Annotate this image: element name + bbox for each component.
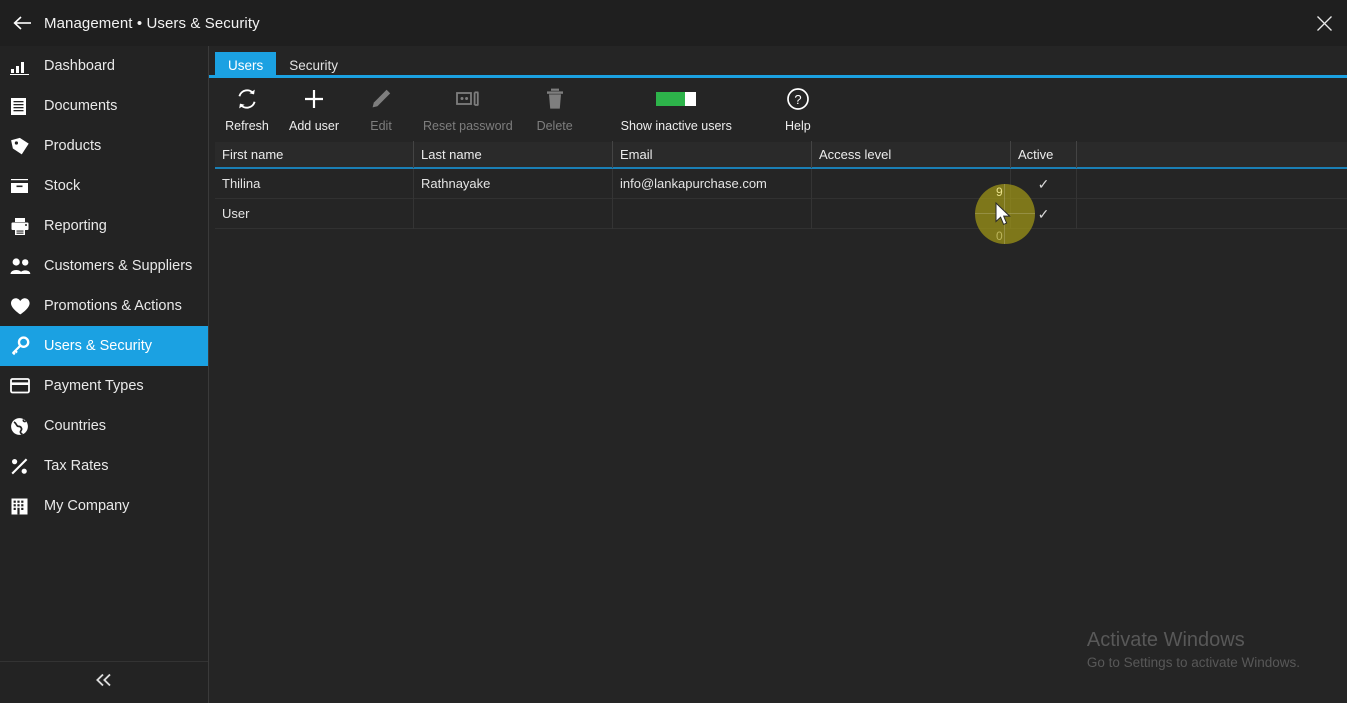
sidebar-item-label: Tax Rates <box>44 458 109 474</box>
sidebar-item-label: Payment Types <box>44 378 144 394</box>
credit-card-icon <box>10 374 40 398</box>
help-label: Help <box>784 119 811 133</box>
key-icon <box>10 334 40 358</box>
title-bar: Management • Users & Security <box>0 0 1347 46</box>
sidebar-item-label: Stock <box>44 178 81 194</box>
toggle-on-icon <box>656 84 697 114</box>
sidebar-item-tax-rates[interactable]: Tax Rates <box>0 446 208 486</box>
tag-icon <box>10 134 40 158</box>
building-icon <box>10 494 40 518</box>
toolbar: Refresh Add user Edit Reset password Del… <box>209 78 1347 142</box>
cell-access-level <box>812 198 1011 229</box>
refresh-button[interactable]: Refresh <box>215 84 279 142</box>
sidebar-item-reporting[interactable]: Reporting <box>0 206 208 246</box>
edit-label: Edit <box>370 119 392 133</box>
delete-button[interactable]: Delete <box>523 84 587 142</box>
refresh-icon <box>235 84 259 114</box>
cell-access-level <box>812 168 1011 199</box>
cell-filler <box>1077 199 1347 229</box>
heart-icon <box>10 294 40 318</box>
column-header-email[interactable]: Email <box>613 141 812 168</box>
cell-first-name: Thilina <box>215 168 414 199</box>
sidebar-item-users-security[interactable]: Users & Security <box>0 326 208 366</box>
refresh-label: Refresh <box>225 119 269 133</box>
reset-password-button[interactable]: Reset password <box>413 84 523 142</box>
people-icon <box>10 254 40 278</box>
sidebar-navigation: Dashboard Documents Products Stock Repor… <box>0 46 209 703</box>
question-circle-icon: ? <box>786 84 810 114</box>
activate-windows-watermark: Activate Windows Go to Settings to activ… <box>1087 627 1300 673</box>
printer-icon <box>10 214 40 238</box>
chevron-double-left-icon <box>94 673 114 692</box>
sidebar-item-my-company[interactable]: My Company <box>0 486 208 526</box>
application-window: Management • Users & Security Dashboard <box>0 0 1347 703</box>
sidebar-item-payment-types[interactable]: Payment Types <box>0 366 208 406</box>
show-inactive-users-label: Show inactive users <box>620 119 732 133</box>
page-title: Management • Users & Security <box>44 14 260 32</box>
column-header-filler <box>1077 141 1347 168</box>
tab-label: Security <box>289 57 339 73</box>
sidebar-item-countries[interactable]: Countries <box>0 406 208 446</box>
main-content: Users Security Refresh Add user Edit Res… <box>209 46 1347 703</box>
show-inactive-users-toggle[interactable]: Show inactive users <box>611 84 742 142</box>
sidebar-item-dashboard[interactable]: Dashboard <box>0 46 208 86</box>
delete-label: Delete <box>536 119 573 133</box>
sidebar-item-promotions-actions[interactable]: Promotions & Actions <box>0 286 208 326</box>
add-user-label: Add user <box>289 119 340 133</box>
column-header-last-name[interactable]: Last name <box>414 141 613 168</box>
percent-icon <box>10 454 40 478</box>
table-row[interactable]: Thilina Rathnayake info@lankapurchase.co… <box>215 168 1347 199</box>
sidebar-item-label: Customers & Suppliers <box>44 258 193 274</box>
cell-filler <box>1077 169 1347 199</box>
trash-icon <box>544 84 566 114</box>
watermark-subtitle: Go to Settings to activate Windows. <box>1086 655 1300 670</box>
sidebar-item-label: Users & Security <box>44 338 152 354</box>
cell-first-name: User <box>215 198 414 229</box>
tab-label: Users <box>228 57 264 73</box>
table-header-row: First name Last name Email Access level … <box>215 141 1347 169</box>
svg-text:?: ? <box>794 92 801 107</box>
sidebar-item-label: Dashboard <box>44 58 115 74</box>
add-user-button[interactable]: Add user <box>279 84 349 142</box>
sidebar-item-documents[interactable]: Documents <box>0 86 208 126</box>
sidebar-item-products[interactable]: Products <box>0 126 208 166</box>
back-arrow-icon[interactable] <box>0 0 44 46</box>
edit-button[interactable]: Edit <box>349 84 413 142</box>
watermark-title: Activate Windows <box>1086 629 1245 651</box>
document-icon <box>10 94 40 118</box>
sidebar-item-label: Countries <box>44 418 107 434</box>
tab-bar: Users Security <box>209 46 1347 85</box>
box-icon <box>10 174 40 198</box>
reset-password-label: Reset password <box>423 119 513 133</box>
sidebar-item-customers-suppliers[interactable]: Customers & Suppliers <box>0 246 208 286</box>
sidebar-item-label: Products <box>44 138 102 154</box>
help-button[interactable]: ? Help <box>766 84 830 142</box>
column-header-first-name[interactable]: First name <box>215 141 414 168</box>
globe-icon <box>10 414 40 438</box>
cell-active: ✓ <box>1011 168 1077 199</box>
sidebar-item-label: My Company <box>44 498 130 514</box>
plus-icon <box>302 84 326 114</box>
sidebar-item-label: Documents <box>44 98 118 114</box>
table-row[interactable]: User ✓ <box>215 198 1347 229</box>
close-icon[interactable] <box>1301 0 1347 46</box>
sidebar-item-stock[interactable]: Stock <box>0 166 208 206</box>
cell-email: info@lankapurchase.com <box>613 168 812 199</box>
sidebar-item-label: Promotions & Actions <box>44 298 182 314</box>
cell-last-name <box>414 198 613 229</box>
sidebar-item-label: Reporting <box>44 218 107 234</box>
pencil-icon <box>369 84 393 114</box>
column-header-access-level[interactable]: Access level <box>812 141 1011 168</box>
column-header-active[interactable]: Active <box>1011 141 1077 168</box>
reset-password-icon <box>455 84 481 114</box>
cell-email <box>613 198 812 229</box>
cell-last-name: Rathnayake <box>414 168 613 199</box>
cell-active: ✓ <box>1011 198 1077 229</box>
users-table: First name Last name Email Access level … <box>215 141 1347 229</box>
bar-chart-icon <box>10 54 40 78</box>
sidebar-collapse-button[interactable] <box>0 661 208 703</box>
